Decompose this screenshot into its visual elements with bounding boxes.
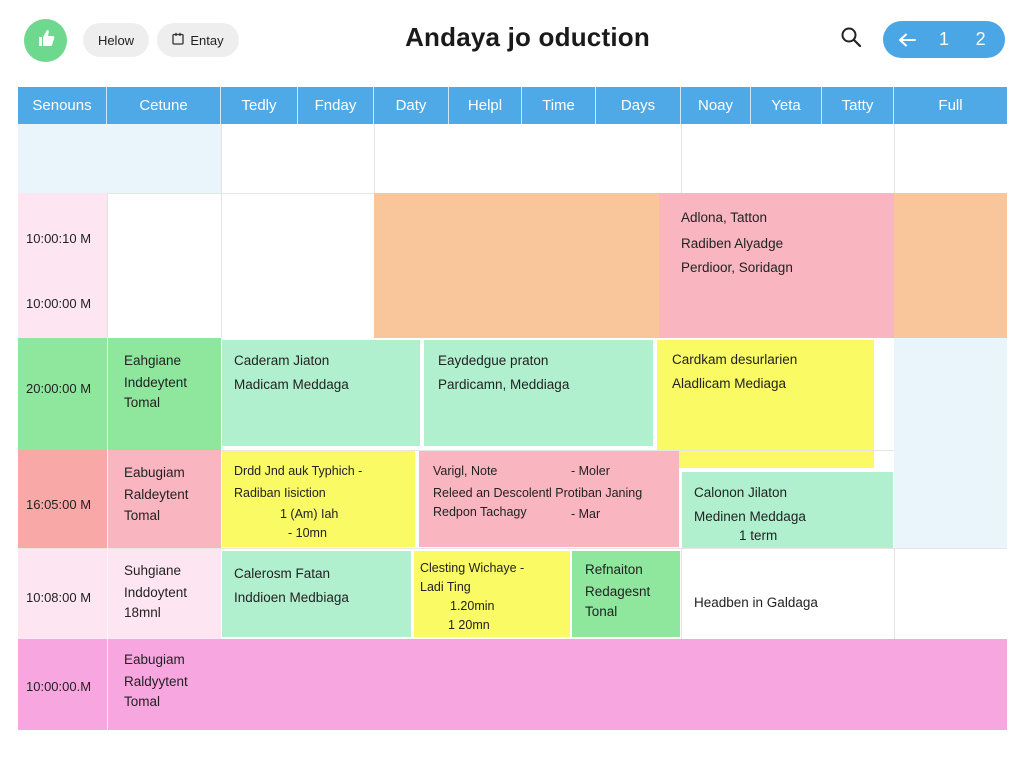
- column-header[interactable]: Senouns: [18, 87, 107, 124]
- empty-cell: [894, 338, 1007, 548]
- event-line: 1 (Am) Iah: [280, 507, 339, 521]
- event-line: Eabugiam: [124, 652, 185, 667]
- event-line: Varigl, Note - Moler: [433, 460, 665, 482]
- event-block[interactable]: Eaydedgue praton Pardicamn, Meddiaga: [424, 340, 653, 446]
- event-line: Caderam Jiaton: [234, 353, 330, 368]
- event-block[interactable]: Varigl, Note - Moler Releed an Descolent…: [419, 451, 679, 547]
- time-label: 10:00:00.M: [26, 679, 92, 694]
- column-header[interactable]: Time: [522, 87, 596, 124]
- event-block[interactable]: Eabugiam Raldeytent Tomal: [107, 450, 221, 548]
- event-block[interactable]: Refnaiton Redagesnt Tonal: [572, 551, 680, 637]
- event-line: Tomal: [124, 694, 161, 709]
- event-line: Medinen Meddaga: [694, 509, 806, 524]
- grid-line: [107, 193, 108, 338]
- event-line: Aladlicam Mediaga: [672, 376, 787, 391]
- event-block[interactable]: Suhgiane Inddoytent 18mnl: [107, 549, 221, 639]
- event-line: Eabugiam: [124, 465, 185, 480]
- event-line: 1.20min: [450, 599, 495, 613]
- event-line: Ladi Ting: [420, 580, 471, 594]
- event-line: Headben in Galdaga: [694, 595, 818, 610]
- event-line: Inddoytent: [124, 585, 188, 600]
- grid-line: [894, 124, 895, 193]
- time-cell: 16:05:00 M: [18, 450, 107, 548]
- event-line: Pardicamn, Meddiaga: [438, 377, 570, 392]
- event-block[interactable]: Cardkam desurlarien Aladlicam Mediaga: [657, 340, 874, 468]
- event-block[interactable]: Adlona, Tatton Radiben Alyadge Perdioor,…: [659, 193, 894, 338]
- event-line: Drdd Jnd auk Typhich -: [234, 464, 363, 478]
- event-line: Tomal: [124, 395, 161, 410]
- column-header[interactable]: Days: [596, 87, 681, 124]
- event-line: Raldeytent: [124, 487, 189, 502]
- event-line: Adlona, Tatton: [681, 210, 768, 225]
- grid-line: [894, 549, 895, 639]
- empty-cell: [107, 124, 221, 193]
- event-line: Calerosm Fatan: [234, 566, 331, 581]
- column-header[interactable]: Full: [894, 87, 1007, 124]
- event-line: 1 term: [739, 528, 778, 543]
- grid-line: [681, 549, 682, 639]
- event-line: Suhgiane: [124, 563, 182, 578]
- event-line: Tomal: [124, 508, 161, 523]
- time-cell: 10:00:10 M 10:00:00 M: [18, 193, 107, 338]
- event-line: Raldyytent: [124, 674, 188, 689]
- time-cell: 20:00:00 M: [18, 338, 107, 450]
- event-line: - 10mn: [288, 526, 327, 540]
- time-cell: 10:08:00 M: [18, 549, 107, 639]
- event-line: Eaydedgue praton: [438, 353, 549, 368]
- event-block[interactable]: [894, 193, 1007, 338]
- event-block[interactable]: Drdd Jnd auk Typhich - Radiban Iisiction…: [222, 451, 415, 547]
- event-line: Eahgiane: [124, 353, 182, 368]
- time-label: 20:00:00 M: [26, 381, 92, 396]
- event-line: Cardkam desurlarien: [672, 352, 798, 367]
- column-header[interactable]: Fnday: [298, 87, 374, 124]
- column-header[interactable]: Cetune: [107, 87, 221, 124]
- event-line: Inddioen Medbiaga: [234, 590, 349, 605]
- event-block[interactable]: Calerosm Fatan Inddioen Medbiaga: [222, 551, 411, 637]
- grid-line: [681, 124, 682, 193]
- event-line: Tonal: [585, 604, 618, 619]
- time-label: 16:05:00 M: [26, 497, 92, 512]
- event-block[interactable]: Headben in Galdaga: [682, 551, 893, 637]
- event-line: Radiben Alyadge: [681, 236, 784, 251]
- column-header[interactable]: Daty: [374, 87, 449, 124]
- event-block[interactable]: Caderam Jiaton Madicam Meddaga: [222, 340, 420, 446]
- time-cell: 10:00:00.M: [18, 639, 107, 730]
- event-text: - Mar: [571, 507, 601, 521]
- column-header[interactable]: Tatty: [822, 87, 894, 124]
- time-label: 10:00:10 M: [26, 231, 92, 246]
- event-line: Radiban Iisiction: [234, 486, 326, 500]
- event-block[interactable]: Calonon Jilaton Medinen Meddaga 1 term: [682, 472, 893, 548]
- grid-line: [221, 124, 222, 193]
- column-header[interactable]: Tedly: [221, 87, 298, 124]
- event-text: Varigl, Note: [433, 464, 498, 478]
- grid-line: [107, 338, 108, 730]
- event-block[interactable]: Eahgiane Inddeytent Tomal: [107, 338, 221, 450]
- schedule-grid: Senouns Cetune Tedly Fnday Daty Helpl Ti…: [0, 0, 1024, 768]
- event-block[interactable]: [374, 193, 659, 338]
- event-line: Redagesnt: [585, 584, 651, 599]
- event-line: Clesting Wichaye -: [420, 561, 525, 575]
- event-text: - Moler: [571, 464, 610, 478]
- event-block[interactable]: Eabugiam Raldyytent Tomal: [107, 639, 221, 730]
- event-line: Releed an Descolentl Protiban Janing: [433, 486, 643, 500]
- time-cell: [18, 124, 107, 193]
- event-line: 18mnl: [124, 605, 161, 620]
- event-block[interactable]: [221, 639, 1007, 730]
- column-header[interactable]: Yeta: [751, 87, 822, 124]
- grid-line: [374, 124, 375, 193]
- time-label: 10:08:00 M: [26, 590, 92, 605]
- column-header[interactable]: Helpl: [449, 87, 522, 124]
- event-line: Madicam Meddaga: [234, 377, 349, 392]
- event-line: Inddeytent: [124, 375, 188, 390]
- event-block[interactable]: Clesting Wichaye - Ladi Ting 1.20min 1 2…: [414, 551, 570, 637]
- time-label: 10:00:00 M: [26, 296, 92, 311]
- column-header[interactable]: Noay: [681, 87, 751, 124]
- event-line: Calonon Jilaton: [694, 485, 788, 500]
- grid-line: [221, 193, 222, 338]
- event-text: Redpon Tachagy: [433, 505, 527, 519]
- event-line: Redpon Tachagy - Mar: [433, 504, 665, 521]
- event-line: Refnaiton: [585, 562, 643, 577]
- event-line: Perdioor, Soridagn: [681, 260, 793, 275]
- event-line: 1 20mn: [448, 618, 490, 632]
